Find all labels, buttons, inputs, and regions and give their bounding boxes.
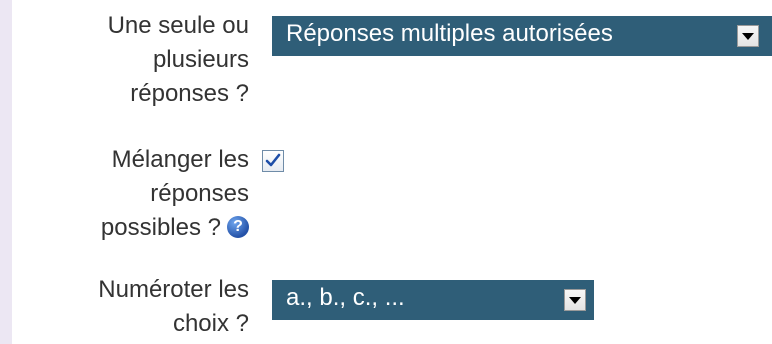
numbering-selected-value: a., b., c., ... <box>286 284 405 311</box>
numbering-label-line: Numéroter les <box>98 276 249 303</box>
shuffle-checkbox[interactable] <box>262 150 284 172</box>
answer-mode-selected-value: Réponses multiples autorisées <box>286 20 613 47</box>
checkmark-icon <box>265 153 281 167</box>
answer-mode-label: Une seule ou plusieurs réponses ? <box>108 9 249 111</box>
help-icon[interactable]: ? <box>227 215 249 238</box>
answer-mode-select[interactable]: Réponses multiples autorisées <box>272 16 772 56</box>
shuffle-label-line: Mélanger les <box>111 146 249 173</box>
page-left-border <box>0 0 12 344</box>
answer-mode-label-line: Une seule ou <box>107 12 249 39</box>
shuffle-label: Mélanger les réponses possibles ?? <box>101 143 249 245</box>
answer-mode-label-line: réponses ? <box>130 80 249 107</box>
numbering-label: Numéroter les choix ? <box>98 273 249 341</box>
shuffle-label-line: réponses <box>150 180 249 207</box>
shuffle-label-line-text: possibles ? <box>100 214 221 241</box>
answer-mode-label-line: plusieurs <box>152 46 249 73</box>
chevron-down-icon[interactable] <box>564 289 586 311</box>
numbering-label-line: choix ? <box>172 310 249 337</box>
numbering-select[interactable]: a., b., c., ... <box>272 280 594 320</box>
shuffle-label-line: possibles ?? <box>101 211 249 245</box>
chevron-down-icon[interactable] <box>737 25 759 47</box>
